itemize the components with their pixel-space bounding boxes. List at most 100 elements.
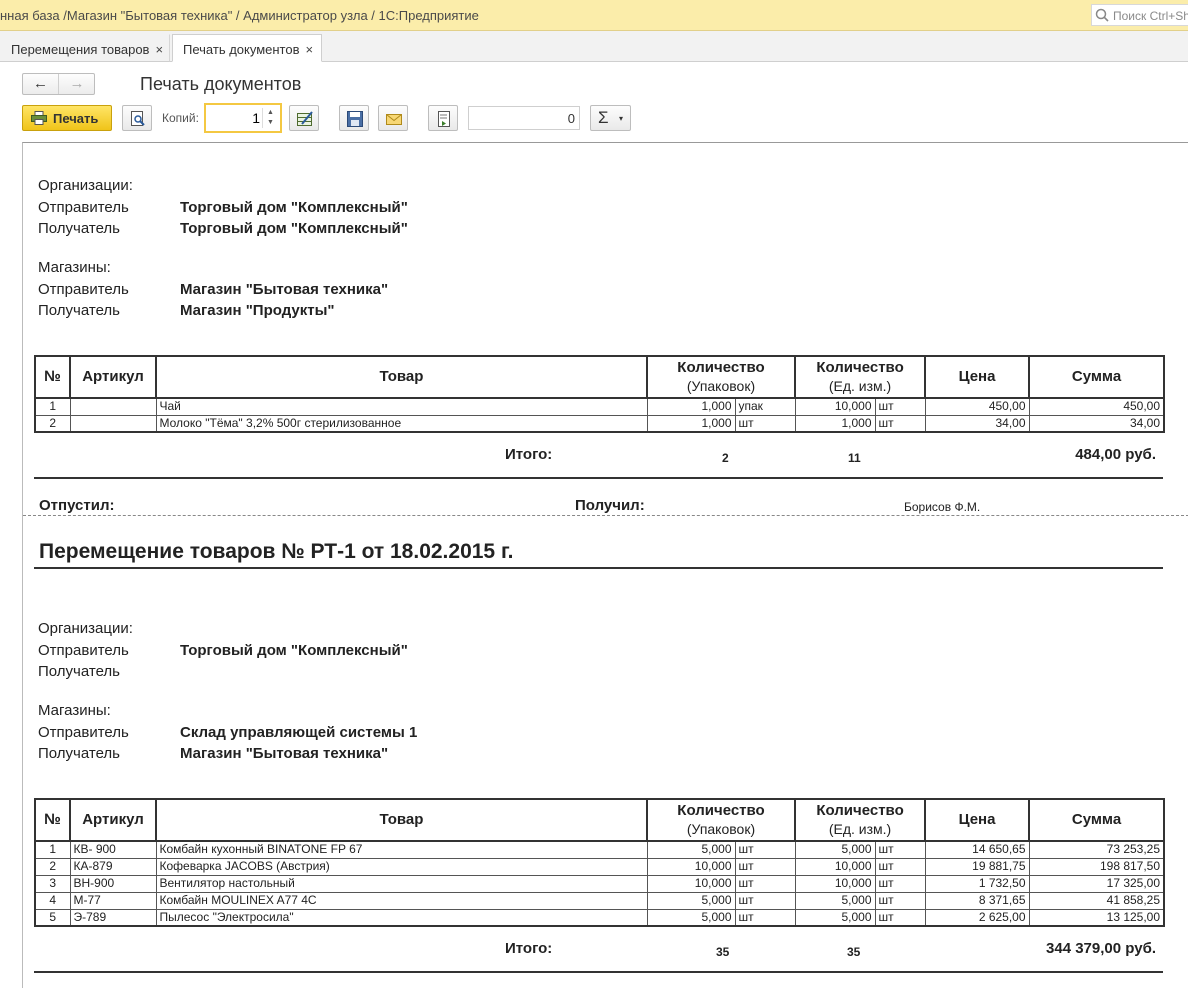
table-cell[interactable]: 10,000 xyxy=(646,874,736,893)
forward-arrow-icon[interactable]: → xyxy=(59,74,95,94)
table-cell[interactable]: шт xyxy=(874,908,926,927)
table-cell[interactable]: Молоко "Тёма" 3,2% 500г стерилизованное xyxy=(155,414,648,433)
table-cell[interactable]: 2 xyxy=(34,857,71,876)
table-cell[interactable]: 3 xyxy=(34,874,71,893)
send-email-button[interactable] xyxy=(378,105,408,131)
search-box[interactable]: Поиск Ctrl+Shift+F xyxy=(1091,4,1188,26)
table-cell[interactable]: шт xyxy=(874,414,926,433)
table-cell[interactable]: 14 650,65 xyxy=(924,840,1030,859)
table-row[interactable]: 2 КА-879 Кофеварка JACOBS (Австрия) 10,000… xyxy=(34,857,1166,876)
total-sum: 344 379,00 руб. xyxy=(1046,940,1156,957)
table-cell[interactable]: 1,000 xyxy=(646,414,736,433)
table-cell[interactable]: КА-879 xyxy=(69,857,157,876)
table-cell[interactable]: КВ- 900 xyxy=(69,840,157,859)
table-row[interactable]: 4 М-77 Комбайн MOULINEX A77 4C 5,000 шт 5,0… xyxy=(34,891,1166,910)
table-cell[interactable]: 10,000 xyxy=(794,857,876,876)
table-cell[interactable]: шт xyxy=(734,414,796,433)
table-cell[interactable]: 2 625,00 xyxy=(924,908,1030,927)
table-cell[interactable]: 34,00 xyxy=(924,414,1030,433)
table-cell[interactable]: 2 xyxy=(34,414,71,433)
received-name: Борисов Ф.М. xyxy=(904,500,981,514)
table-cell[interactable]: шт xyxy=(734,840,796,859)
close-icon[interactable]: × xyxy=(155,42,163,57)
table-cell[interactable]: 5,000 xyxy=(646,891,736,910)
table-cell[interactable]: упак xyxy=(734,397,796,416)
tab-print-documents[interactable]: Печать документов × xyxy=(172,34,322,62)
back-arrow-icon[interactable]: ← xyxy=(23,74,59,94)
table-cell[interactable]: шт xyxy=(874,891,926,910)
table-cell[interactable]: шт xyxy=(734,874,796,893)
shop-receiver-value: Магазин "Бытовая техника" xyxy=(180,745,389,762)
table-row[interactable]: 5 Э-789 Пылесос "Электросила" 5,000 шт 5,00… xyxy=(34,908,1166,927)
table-cell[interactable]: 5,000 xyxy=(794,908,876,927)
table-cell[interactable]: 5,000 xyxy=(794,891,876,910)
table-cell[interactable]: 10,000 xyxy=(794,397,876,416)
table-cell[interactable]: 450,00 xyxy=(1028,397,1166,416)
table-cell[interactable]: 8 371,65 xyxy=(924,891,1030,910)
copies-stepper[interactable]: ▲ ▼ xyxy=(262,108,278,128)
table-cell[interactable]: 10,000 xyxy=(794,874,876,893)
table-cell[interactable]: шт xyxy=(734,891,796,910)
table-cell[interactable]: 1 xyxy=(34,840,71,859)
table-cell[interactable]: шт xyxy=(874,857,926,876)
table-row[interactable]: 1 КВ- 900 Комбайн кухонный BINATONE FP 67 … xyxy=(34,840,1166,859)
title-bar: нная база /Магазин "Бытовая техника" / А… xyxy=(0,0,1188,31)
table-cell[interactable]: 73 253,25 xyxy=(1028,840,1166,859)
table-cell[interactable]: 41 858,25 xyxy=(1028,891,1166,910)
table-cell[interactable]: 450,00 xyxy=(924,397,1030,416)
set-sum-cell-button[interactable] xyxy=(428,105,458,131)
table-cell[interactable]: 5,000 xyxy=(646,840,736,859)
table-cell[interactable] xyxy=(69,414,157,433)
edit-document-button[interactable] xyxy=(289,105,319,131)
table-cell[interactable]: 17 325,00 xyxy=(1028,874,1166,893)
table-cell[interactable]: 198 817,50 xyxy=(1028,857,1166,876)
table-cell[interactable]: 5 xyxy=(34,908,71,927)
sum-mode-button[interactable]: Σ ▾ xyxy=(590,105,631,131)
table-cell[interactable]: Комбайн MOULINEX A77 4C xyxy=(155,891,648,910)
table-row[interactable]: 1 Чай 1,000 упак 10,000 шт 450,00 450,00 xyxy=(34,397,1166,416)
save-button[interactable] xyxy=(339,105,369,131)
table-cell[interactable]: Чай xyxy=(155,397,648,416)
table-cell[interactable]: шт xyxy=(734,908,796,927)
table-cell[interactable]: 19 881,75 xyxy=(924,857,1030,876)
table-cell[interactable]: 5,000 xyxy=(794,840,876,859)
table-cell[interactable]: 34,00 xyxy=(1028,414,1166,433)
table-cell[interactable]: 10,000 xyxy=(646,857,736,876)
column-header: Количество (Упаковок) xyxy=(645,355,797,399)
table-cell[interactable]: Э-789 xyxy=(69,908,157,927)
table-cell[interactable]: шт xyxy=(874,874,926,893)
table-cell[interactable]: шт xyxy=(874,840,926,859)
table-cell[interactable]: 1,000 xyxy=(646,397,736,416)
table-cell[interactable]: 13 125,00 xyxy=(1028,908,1166,927)
sigma-icon: Σ xyxy=(598,108,609,127)
table-cell[interactable]: 1 732,50 xyxy=(924,874,1030,893)
table-cell[interactable]: 1 xyxy=(34,397,71,416)
table-cell[interactable]: Комбайн кухонный BINATONE FP 67 xyxy=(155,840,648,859)
table-cell[interactable]: шт xyxy=(734,857,796,876)
table-cell[interactable]: ВН-900 xyxy=(69,874,157,893)
table-cell[interactable] xyxy=(69,397,157,416)
column-header: № xyxy=(34,355,71,399)
table-cell[interactable]: шт xyxy=(874,397,926,416)
preview-button[interactable] xyxy=(122,105,152,131)
table-row[interactable]: 2 Молоко "Тёма" 3,2% 500г стерилизованное… xyxy=(34,414,1166,433)
table-row[interactable]: 3 ВН-900 Вентилятор настольный 10,000 шт 10… xyxy=(34,874,1166,893)
table-cell[interactable]: Кофеварка JACOBS (Австрия) xyxy=(155,857,648,876)
print-button[interactable]: Печать xyxy=(22,105,112,131)
table-cell[interactable]: 1,000 xyxy=(794,414,876,433)
sum-field[interactable]: 0 xyxy=(468,106,580,130)
document-area[interactable]: Организации: Отправитель Торговый дом "К… xyxy=(22,142,1188,988)
table-cell[interactable]: Пылесос "Электросила" xyxy=(155,908,648,927)
column-header: Артикул xyxy=(69,798,157,842)
close-icon[interactable]: × xyxy=(306,42,314,57)
shop-sender-label: Отправитель xyxy=(38,281,129,298)
tab-transfers[interactable]: Перемещения товаров × xyxy=(0,34,170,62)
copies-field[interactable]: ▲▼ xyxy=(204,103,282,133)
org-receiver-label: Получатель xyxy=(38,663,120,680)
table-cell[interactable]: М-77 xyxy=(69,891,157,910)
copies-input[interactable] xyxy=(208,108,260,128)
table-cell[interactable]: 4 xyxy=(34,891,71,910)
table-cell[interactable]: Вентилятор настольный xyxy=(155,874,648,893)
column-header-text: (Ед. изм.) xyxy=(828,821,892,837)
table-cell[interactable]: 5,000 xyxy=(646,908,736,927)
